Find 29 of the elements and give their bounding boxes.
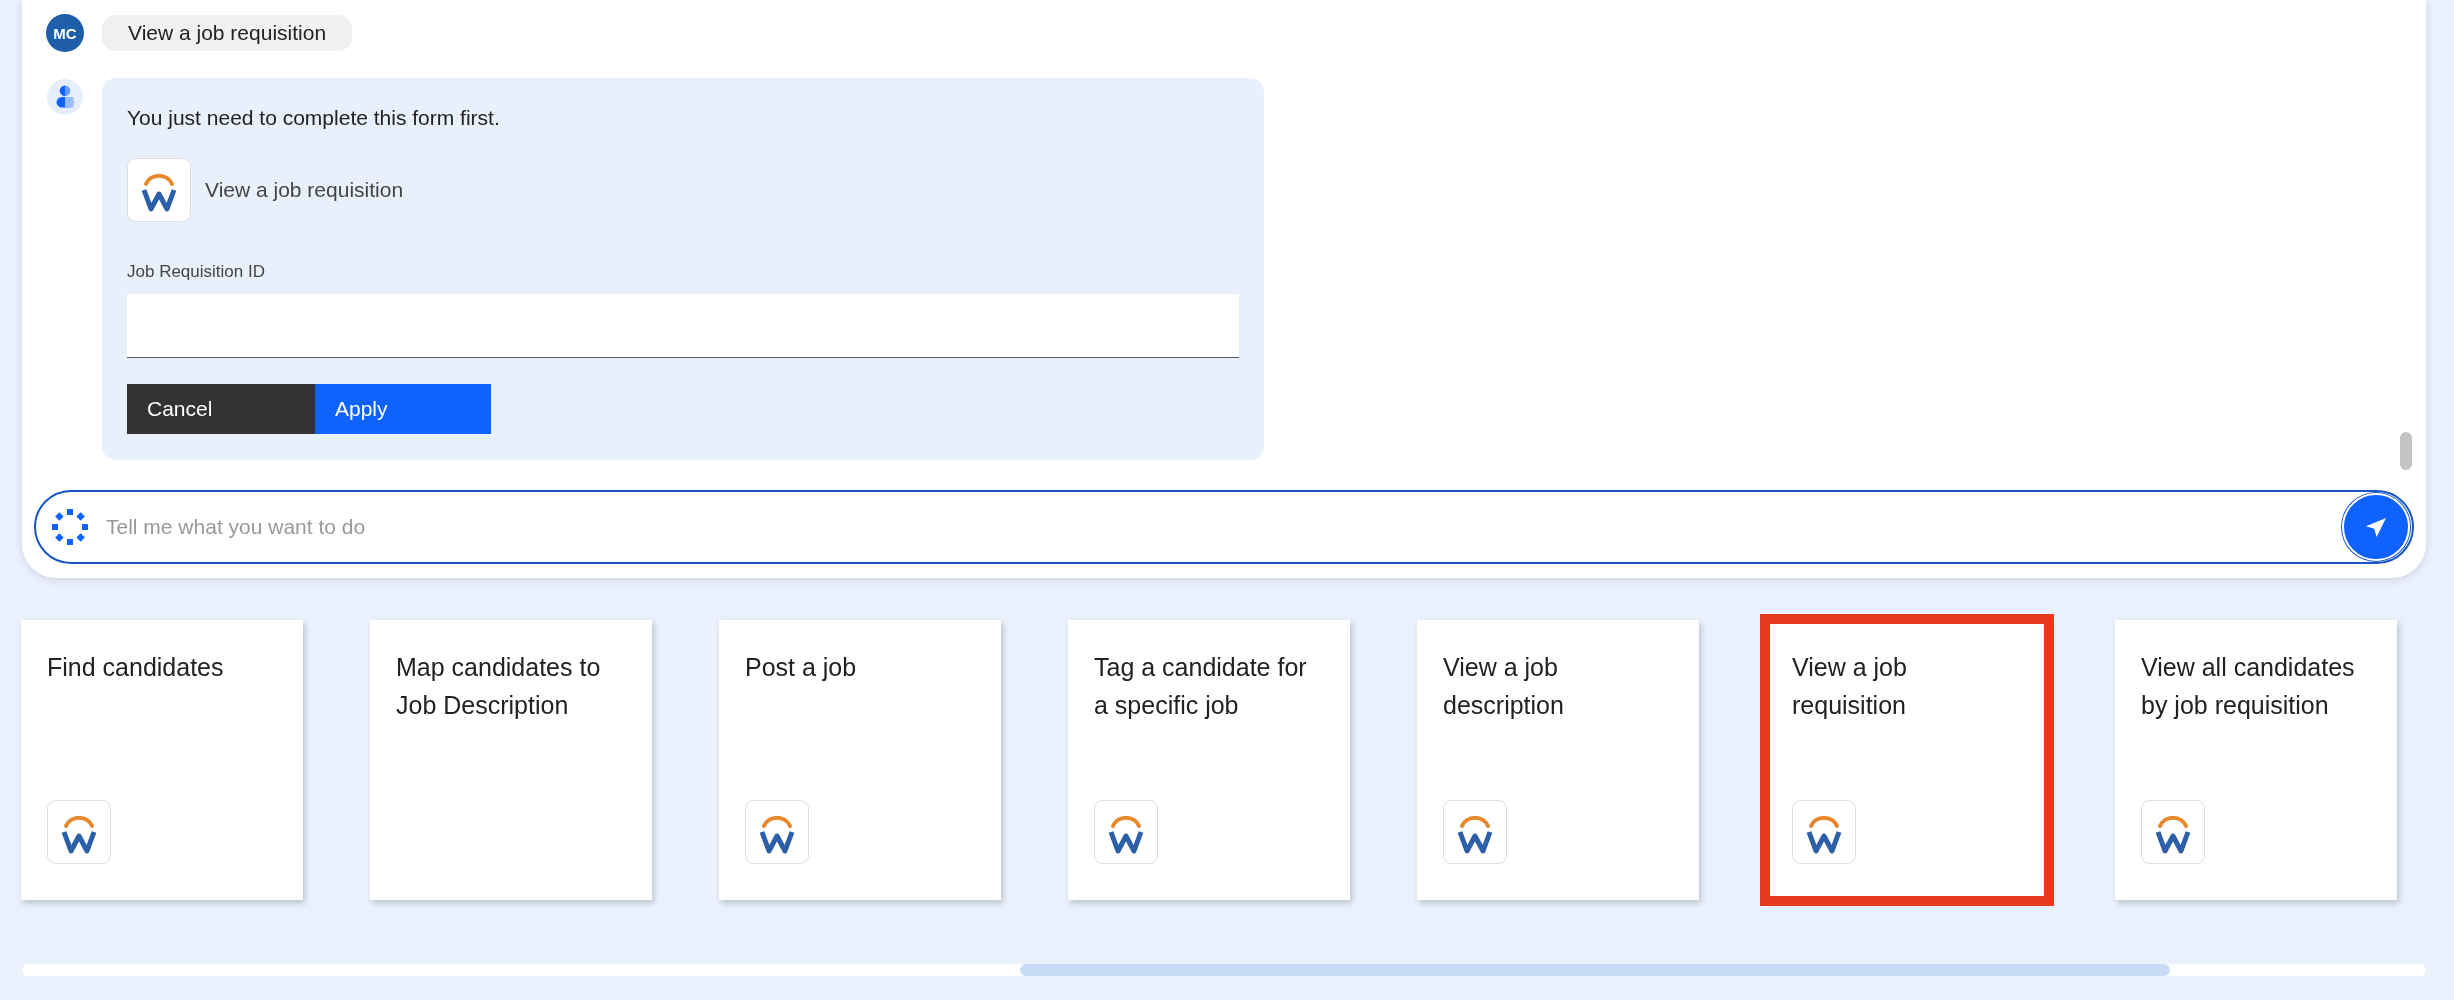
scrollbar-thumb[interactable]: [2400, 432, 2412, 470]
horizontal-scrollbar[interactable]: [22, 964, 2426, 976]
action-card[interactable]: Tag a candidate for a specific job: [1068, 620, 1350, 900]
send-button[interactable]: [2342, 493, 2410, 561]
field-label: Job Requisition ID: [127, 262, 266, 282]
card-title: Tag a candidate for a specific job: [1094, 652, 1308, 721]
card-title: Find candidates: [47, 652, 225, 683]
prompt-field[interactable]: Tell me what you want to do: [34, 490, 2414, 564]
input-field[interactable]: [127, 294, 1239, 358]
action-card[interactable]: View a job description: [1417, 620, 1699, 900]
user-avatar: MC: [46, 14, 84, 52]
cancel-button[interactable]: Cancel: [127, 384, 315, 434]
user-message: View a job requisition: [102, 15, 353, 51]
card-title: View a job requisition: [1792, 652, 1908, 721]
action-card[interactable]: View all candidates by job requisition: [2115, 620, 2397, 900]
send-icon: [2366, 517, 2386, 537]
action-card[interactable]: Find candidates: [21, 620, 303, 900]
card-title: Post a job: [745, 652, 858, 683]
action-card[interactable]: Map candidates to Job Description: [370, 620, 652, 900]
app-logo-icon: [127, 158, 191, 222]
card-title: View all candidates by job requisition: [2141, 652, 2356, 721]
assistant-message: You just need to complete this form first.: [127, 106, 501, 130]
action-card[interactable]: Post a job: [719, 620, 1001, 900]
card-title: View a job description: [1443, 652, 1565, 721]
card-title: Map candidates to Job Description: [396, 652, 602, 721]
dotted-circle-icon: [50, 507, 90, 547]
app-label: View a job requisition: [205, 178, 404, 202]
assistant-avatar-icon: [46, 78, 84, 116]
apply-button[interactable]: Apply: [315, 384, 491, 434]
